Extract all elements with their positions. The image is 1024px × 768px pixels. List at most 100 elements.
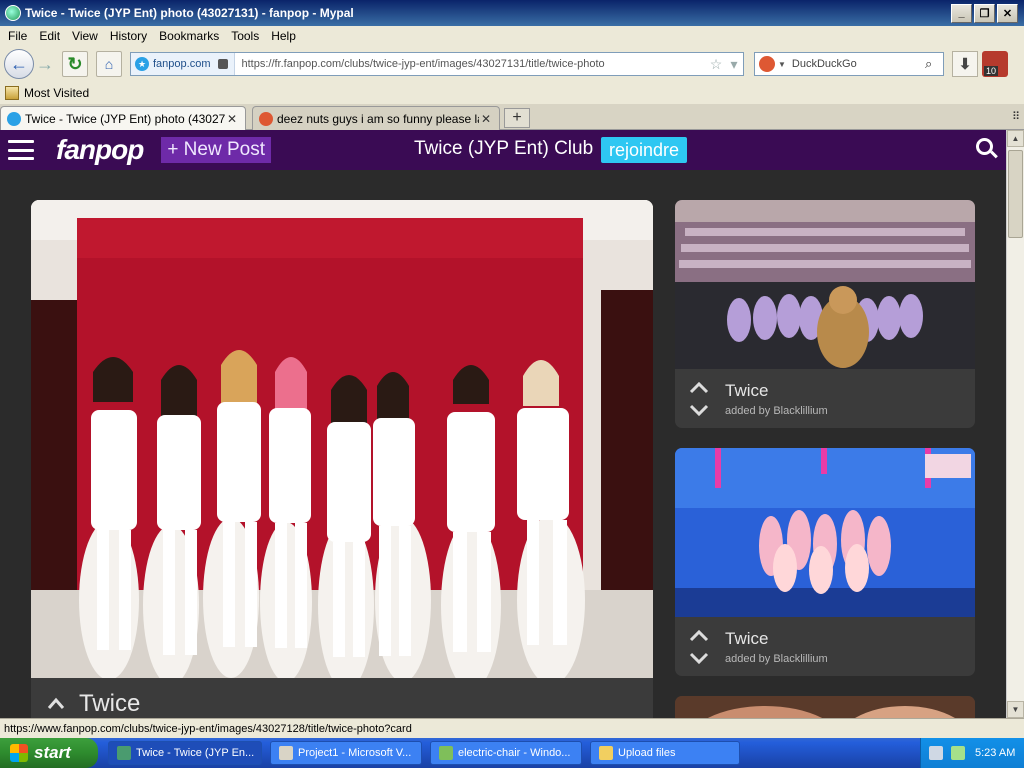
- club-title[interactable]: Twice (JYP Ent) Club: [414, 138, 593, 160]
- search-engine-placeholder[interactable]: DuckDuckGo: [792, 58, 925, 70]
- scroll-up-icon[interactable]: ▲: [1007, 130, 1024, 147]
- bookmark-star-icon[interactable]: ☆: [707, 56, 725, 73]
- related-photo-author[interactable]: added by Blacklillium: [725, 405, 828, 417]
- menu-history[interactable]: History: [104, 29, 153, 43]
- scroll-down-icon[interactable]: ▼: [1007, 701, 1024, 718]
- menu-help[interactable]: Help: [265, 29, 302, 43]
- page-body: Twice Twice added by Blacklillium Twice …: [0, 170, 1006, 718]
- related-photo-thumbnail[interactable]: [675, 200, 975, 369]
- taskbar-item-image-viewer[interactable]: electric-chair - Windo...: [430, 741, 582, 765]
- home-icon: ⌂: [104, 56, 114, 72]
- menu-bookmarks[interactable]: Bookmarks: [153, 29, 225, 43]
- home-button[interactable]: ⌂: [96, 51, 122, 77]
- search-bar[interactable]: ▼ DuckDuckGo ⌕: [754, 52, 944, 76]
- downloads-button[interactable]: ⬇: [952, 51, 978, 77]
- tab-title: Twice - Twice (JYP Ent) photo (43027131)…: [25, 111, 225, 126]
- screen: Twice - Twice (JYP Ent) photo (43027131)…: [0, 0, 1024, 768]
- fanpop-header: fanpop + New Post Twice (JYP Ent) Club r…: [0, 130, 1006, 170]
- taskbar-item-label: electric-chair - Windo...: [458, 747, 571, 759]
- tab-close-icon[interactable]: ✕: [225, 112, 239, 126]
- search-icon[interactable]: ⌕: [925, 56, 943, 72]
- scrollbar-thumb[interactable]: [1008, 150, 1023, 238]
- vote-chevrons-icon[interactable]: [689, 381, 709, 417]
- tab-close-icon[interactable]: ✕: [479, 112, 493, 126]
- search-engine-dropdown-icon[interactable]: ▼: [778, 60, 786, 69]
- window-title: Twice - Twice (JYP Ent) photo (43027131)…: [25, 6, 354, 20]
- visual-basic-icon: [279, 746, 293, 760]
- site-identity-label: fanpop.com: [153, 58, 211, 70]
- taskbar-item-label: Upload files: [618, 747, 676, 759]
- maximize-button[interactable]: ❐: [974, 3, 995, 23]
- related-photo-author[interactable]: added by Blacklillium: [725, 653, 828, 665]
- network-icon[interactable]: [929, 746, 943, 760]
- related-photo-thumbnail[interactable]: [675, 448, 975, 617]
- system-tray: 5:23 AM: [920, 738, 1024, 768]
- menu-tools[interactable]: Tools: [225, 29, 265, 43]
- menu-bar: File Edit View History Bookmarks Tools H…: [0, 26, 1024, 46]
- start-button[interactable]: start: [0, 738, 98, 768]
- taskbar: start Twice - Twice (JYP En... Project1 …: [0, 738, 1024, 768]
- reload-icon: ↻: [67, 53, 83, 74]
- main-photo-caption: Twice: [31, 678, 653, 718]
- new-post-button[interactable]: + New Post: [161, 137, 271, 163]
- related-photo-card[interactable]: Twice added by Blacklillium: [675, 448, 975, 676]
- volume-icon[interactable]: [951, 746, 965, 760]
- navigation-toolbar: ← → ↻ ⌂ ★ fanpop.com https://fr.fanpop.c…: [0, 46, 1024, 82]
- reload-button[interactable]: ↻: [62, 51, 88, 77]
- picture-icon: [439, 746, 453, 760]
- folder-icon: [5, 86, 19, 100]
- menu-view[interactable]: View: [66, 29, 104, 43]
- mypal-icon: [117, 746, 131, 760]
- related-photo-thumbnail[interactable]: [675, 696, 975, 718]
- related-photo-title[interactable]: Twice: [725, 629, 768, 649]
- related-photo-title[interactable]: Twice: [725, 381, 768, 401]
- url-bar[interactable]: ★ fanpop.com https://fr.fanpop.com/clubs…: [130, 52, 744, 76]
- web-content: fanpop + New Post Twice (JYP Ent) Club r…: [0, 130, 1024, 718]
- menu-edit[interactable]: Edit: [33, 29, 66, 43]
- main-photo[interactable]: [31, 200, 653, 678]
- vertical-scrollbar[interactable]: ▲ ▼: [1006, 130, 1024, 718]
- main-photo-title[interactable]: Twice: [79, 690, 140, 718]
- hamburger-menu-icon[interactable]: [8, 140, 34, 160]
- status-bar: https://www.fanpop.com/clubs/twice-jyp-e…: [0, 718, 1024, 738]
- window-title-bar: Twice - Twice (JYP Ent) photo (43027131)…: [0, 0, 1024, 26]
- mypal-app-icon: [5, 5, 21, 21]
- forward-arrow-icon: →: [36, 53, 54, 74]
- tab-twice-photo[interactable]: Twice - Twice (JYP Ent) photo (43027131)…: [0, 106, 246, 130]
- minimize-button[interactable]: _: [951, 3, 972, 23]
- tab-duckduckgo[interactable]: deez nuts guys i am so funny please laug…: [252, 106, 500, 130]
- url-dropdown-icon[interactable]: ▾: [725, 56, 743, 73]
- related-photo-card[interactable]: [675, 696, 975, 718]
- related-photo-card[interactable]: Twice added by Blacklillium: [675, 200, 975, 428]
- duckduckgo-tab-favicon-icon: [259, 111, 273, 126]
- back-button[interactable]: ←: [4, 49, 34, 79]
- taskbar-item-browser[interactable]: Twice - Twice (JYP En...: [108, 741, 262, 765]
- menu-file[interactable]: File: [2, 29, 33, 43]
- related-photo-meta: Twice added by Blacklillium: [675, 369, 975, 428]
- tab-list-icon[interactable]: ⠿: [1012, 110, 1020, 123]
- site-search-icon[interactable]: [976, 138, 998, 160]
- taskbar-item-upload[interactable]: Upload files: [590, 741, 740, 765]
- forward-button[interactable]: →: [34, 51, 56, 77]
- start-label: start: [34, 743, 71, 762]
- fanpop-logo[interactable]: fanpop: [56, 134, 144, 166]
- site-identity-button[interactable]: ★ fanpop.com: [131, 53, 236, 75]
- taskbar-item-project[interactable]: Project1 - Microsoft V...: [270, 741, 422, 765]
- bookmark-most-visited[interactable]: Most Visited: [24, 86, 89, 100]
- taskbar-item-label: Project1 - Microsoft V...: [298, 747, 412, 759]
- duckduckgo-icon[interactable]: [759, 56, 775, 72]
- addon-button[interactable]: 10: [982, 51, 1008, 77]
- tab-title: deez nuts guys i am so funny please laug…: [277, 111, 479, 126]
- upvote-chevron-icon[interactable]: [47, 695, 65, 713]
- folder-icon: [599, 746, 613, 760]
- close-button[interactable]: ✕: [997, 3, 1018, 23]
- new-tab-button[interactable]: +: [504, 108, 530, 128]
- download-arrow-icon: ⬇: [958, 56, 972, 73]
- clock: 5:23 AM: [975, 747, 1016, 759]
- vote-chevrons-icon[interactable]: [689, 629, 709, 665]
- url-text[interactable]: https://fr.fanpop.com/clubs/twice-jyp-en…: [235, 58, 707, 70]
- windows-flag-icon: [10, 744, 28, 762]
- join-club-button[interactable]: rejoindre: [601, 137, 688, 163]
- tab-strip: Twice - Twice (JYP Ent) photo (43027131)…: [0, 104, 1024, 130]
- fanpop-favicon-icon: ★: [135, 57, 149, 71]
